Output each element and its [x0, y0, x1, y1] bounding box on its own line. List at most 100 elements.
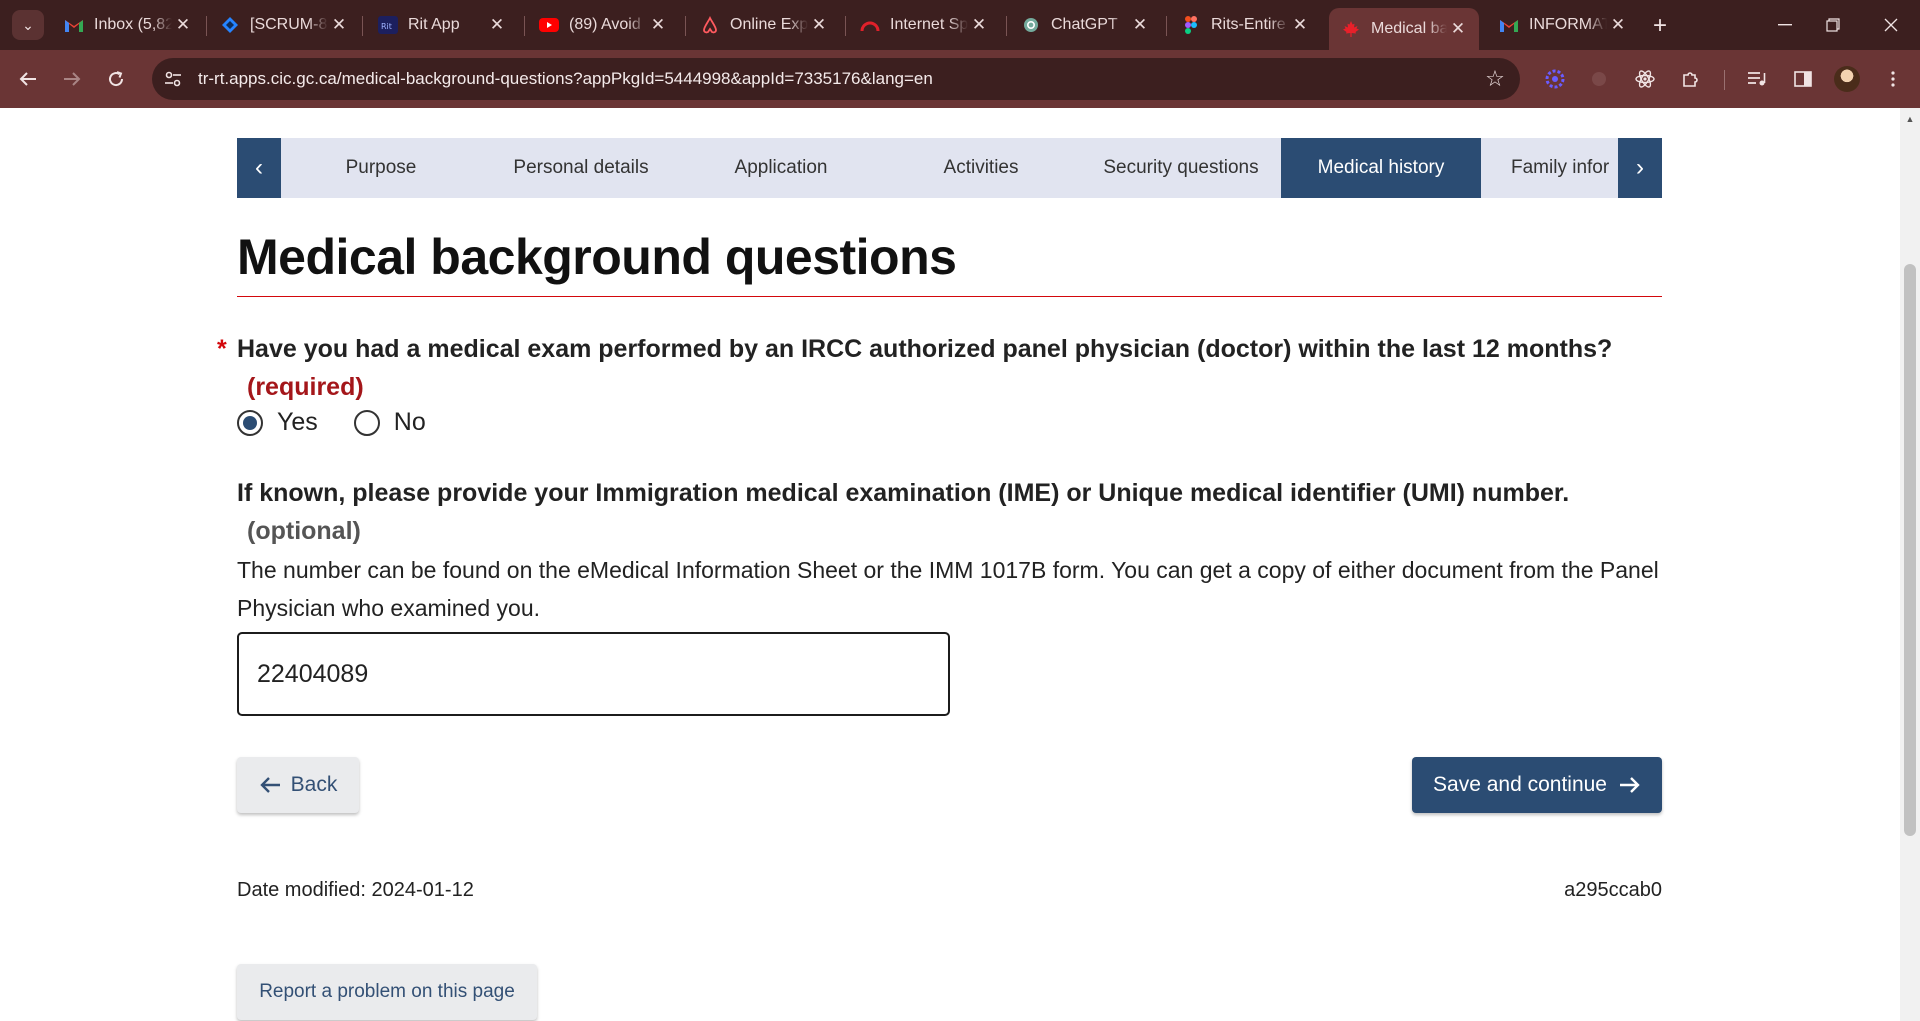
ime-umi-number-input[interactable]: [237, 632, 950, 716]
tab-jira-scrum[interactable]: [SCRUM-8 ✕: [208, 8, 360, 42]
tab-youtube[interactable]: (89) Avoid ✕: [527, 8, 679, 42]
radio-no-circle[interactable]: [353, 409, 380, 436]
ime-umi-question: If known, please provide your Immigratio…: [237, 474, 1657, 550]
reload-icon[interactable]: [100, 63, 132, 95]
tab-speedtest[interactable]: Internet Sp ✕: [848, 8, 1000, 42]
step-personal-details[interactable]: Personal details: [481, 138, 681, 198]
speedtest-icon: [860, 15, 880, 35]
extension-hidden-icon[interactable]: [1584, 64, 1614, 94]
bookmark-star-icon[interactable]: ☆: [1482, 66, 1508, 92]
window-restore-icon[interactable]: [1810, 8, 1856, 42]
tab-close-icon[interactable]: ✕: [1289, 14, 1311, 36]
tab-separator: [845, 16, 846, 36]
required-asterisk: *: [217, 335, 227, 363]
page-viewport: ‹ Purpose Personal details Application A…: [0, 108, 1900, 1021]
page-scrollbar[interactable]: ▲: [1900, 108, 1920, 1021]
tab-title: INFORMAT: [1529, 16, 1607, 33]
window-minimize-icon[interactable]: [1762, 8, 1808, 42]
back-button[interactable]: Back: [237, 757, 359, 813]
tab-separator: [362, 16, 363, 36]
tab-close-icon[interactable]: ✕: [647, 14, 669, 36]
tab-medical-background-active[interactable]: Medical ba ✕: [1329, 8, 1479, 50]
step-application[interactable]: Application: [681, 138, 881, 198]
extension-gear-purple-icon[interactable]: [1540, 64, 1570, 94]
medical-exam-radio-group: Yes No: [237, 408, 462, 437]
chatgpt-icon: [1021, 15, 1041, 35]
browser-menu-icon[interactable]: [1878, 64, 1908, 94]
arrow-right-icon: [1619, 770, 1641, 801]
steps-prev-arrow-icon[interactable]: ‹: [237, 138, 281, 198]
tab-separator: [524, 16, 525, 36]
profile-avatar[interactable]: [1834, 66, 1860, 92]
tab-close-icon[interactable]: ✕: [328, 14, 350, 36]
gmail-icon: [64, 15, 84, 35]
site-info-icon[interactable]: [154, 60, 192, 98]
toolbar-divider: [1724, 70, 1725, 90]
back-arrow-icon[interactable]: [12, 63, 44, 95]
ime-umi-question-text: If known, please provide your Immigratio…: [237, 479, 1570, 507]
tab-title: ChatGPT: [1051, 16, 1118, 33]
radio-yes-circle[interactable]: [237, 409, 263, 436]
step-medical-history[interactable]: Medical history: [1281, 138, 1481, 198]
tab-rit-app[interactable]: Rit Rit App ✕: [366, 8, 518, 42]
address-bar[interactable]: tr-rt.apps.cic.gc.ca/medical-background-…: [152, 58, 1520, 100]
extensions-puzzle-icon[interactable]: [1676, 64, 1706, 94]
figma-icon: [1181, 15, 1201, 35]
tab-figma[interactable]: Rits-Entire ✕: [1169, 8, 1321, 42]
build-id: a295ccab0: [1564, 879, 1662, 901]
scroll-up-arrow-icon[interactable]: ▲: [1904, 114, 1916, 124]
new-tab-button[interactable]: +: [1646, 12, 1674, 40]
tab-close-icon[interactable]: ✕: [1447, 18, 1469, 40]
tab-title: Rit App: [408, 16, 460, 33]
react-devtools-icon[interactable]: [1630, 64, 1660, 94]
tab-close-icon[interactable]: ✕: [808, 14, 830, 36]
tab-search-dropdown-icon[interactable]: ⌄: [12, 10, 44, 40]
optional-label: (optional): [247, 517, 361, 545]
medical-exam-question: * Have you had a medical exam performed …: [217, 330, 1657, 406]
radio-no-label[interactable]: No: [394, 408, 426, 437]
scrollbar-thumb[interactable]: [1904, 264, 1916, 836]
tab-close-icon[interactable]: ✕: [172, 14, 194, 36]
title-divider: [237, 296, 1662, 297]
tab-close-icon[interactable]: ✕: [1129, 14, 1151, 36]
tab-gmail-information[interactable]: INFORMAT ✕: [1487, 8, 1639, 42]
tab-separator: [206, 16, 207, 36]
url-text[interactable]: tr-rt.apps.cic.gc.ca/medical-background-…: [198, 69, 933, 89]
tab-chatgpt[interactable]: ChatGPT ✕: [1009, 8, 1161, 42]
ime-umi-hint: The number can be found on the eMedical …: [237, 557, 1659, 621]
media-controls-icon[interactable]: [1742, 64, 1772, 94]
jira-icon: [220, 15, 240, 35]
tab-airbnb[interactable]: Online Exp ✕: [688, 8, 840, 42]
steps-next-arrow-icon[interactable]: ›: [1618, 138, 1662, 198]
step-activities[interactable]: Activities: [881, 138, 1081, 198]
radio-yes[interactable]: Yes: [237, 408, 318, 437]
step-security-questions[interactable]: Security questions: [1081, 138, 1281, 198]
back-button-label: Back: [290, 773, 338, 796]
save-and-continue-button[interactable]: Save and continue: [1412, 757, 1662, 813]
medical-exam-question-text: Have you had a medical exam performed by…: [237, 335, 1613, 363]
tab-separator: [1166, 16, 1167, 36]
tab-gmail-inbox[interactable]: Inbox (5,82 ✕: [52, 8, 204, 42]
date-modified: Date modified: 2024-01-12: [237, 879, 474, 901]
gmail-icon: [1499, 15, 1519, 35]
browser-toolbar: tr-rt.apps.cic.gc.ca/medical-background-…: [0, 50, 1920, 108]
airbnb-icon: [700, 15, 720, 35]
canada-maple-leaf-icon: [1341, 19, 1361, 39]
tab-close-icon[interactable]: ✕: [968, 14, 990, 36]
step-purpose[interactable]: Purpose: [281, 138, 481, 198]
radio-yes-label[interactable]: Yes: [277, 408, 318, 437]
tab-separator: [685, 16, 686, 36]
radio-no[interactable]: No: [353, 408, 426, 437]
tab-separator: [1006, 16, 1007, 36]
browser-tab-strip: ⌄ Inbox (5,82 ✕ [SCRUM-8 ✕ Rit Rit App ✕…: [0, 0, 1920, 50]
tab-title: [SCRUM-8: [250, 16, 328, 33]
report-problem-button[interactable]: Report a problem on this page: [237, 964, 537, 1020]
side-panel-icon[interactable]: [1788, 64, 1818, 94]
required-label: (required): [247, 373, 364, 401]
tab-close-icon[interactable]: ✕: [486, 14, 508, 36]
tab-title: Internet Sp: [890, 16, 968, 33]
tab-title: Rits-Entire: [1211, 16, 1286, 33]
window-close-icon[interactable]: [1868, 8, 1914, 42]
tab-close-icon[interactable]: ✕: [1607, 14, 1629, 36]
forward-arrow-icon[interactable]: [56, 63, 88, 95]
